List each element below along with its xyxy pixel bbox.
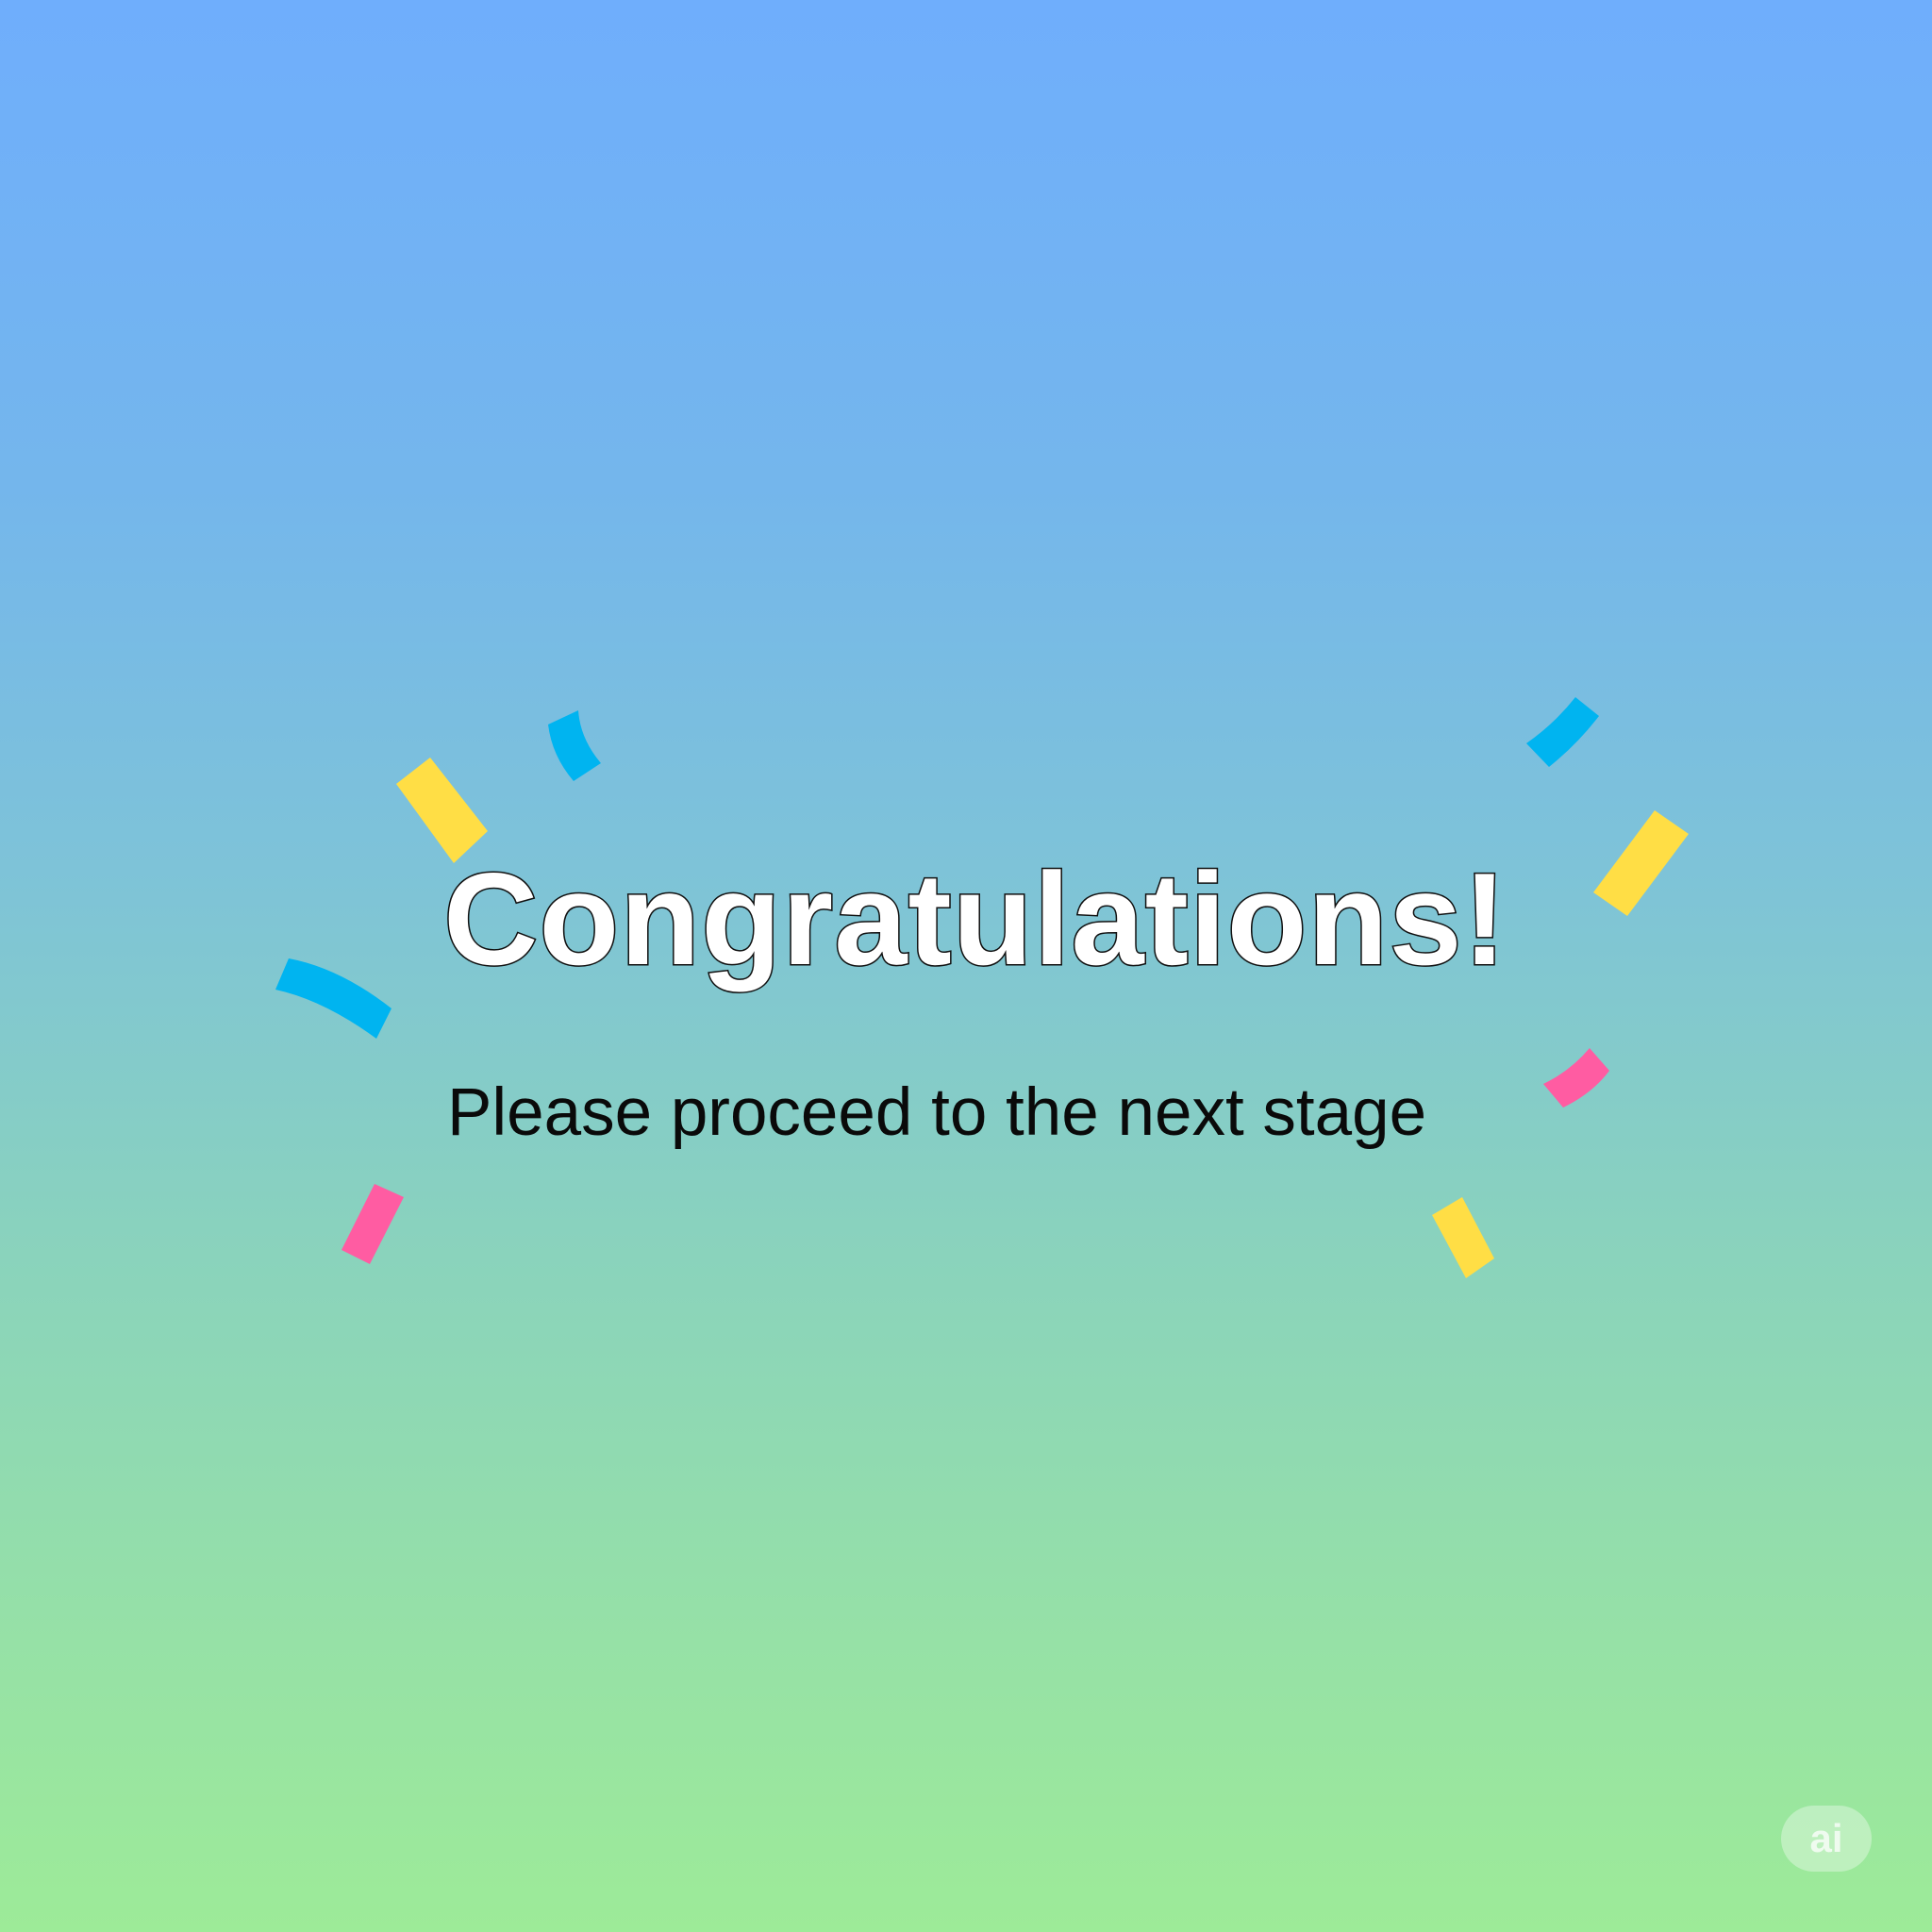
confetti-piece xyxy=(1432,1197,1494,1278)
watermark-label: ai xyxy=(1809,1816,1843,1860)
congratulations-screen: Congratulations! Please proceed to the n… xyxy=(0,0,1932,1932)
confetti-piece xyxy=(275,958,391,1039)
confetti-piece xyxy=(548,710,601,781)
watermark-badge: ai xyxy=(1781,1806,1872,1872)
confetti-piece xyxy=(341,1184,404,1264)
confetti-piece xyxy=(1543,1048,1609,1108)
confetti-piece xyxy=(1526,697,1599,767)
confetti-piece xyxy=(1593,810,1689,916)
page-title: Congratulations! xyxy=(442,846,1508,992)
subtitle-message: Please proceed to the next stage xyxy=(447,1075,1427,1150)
